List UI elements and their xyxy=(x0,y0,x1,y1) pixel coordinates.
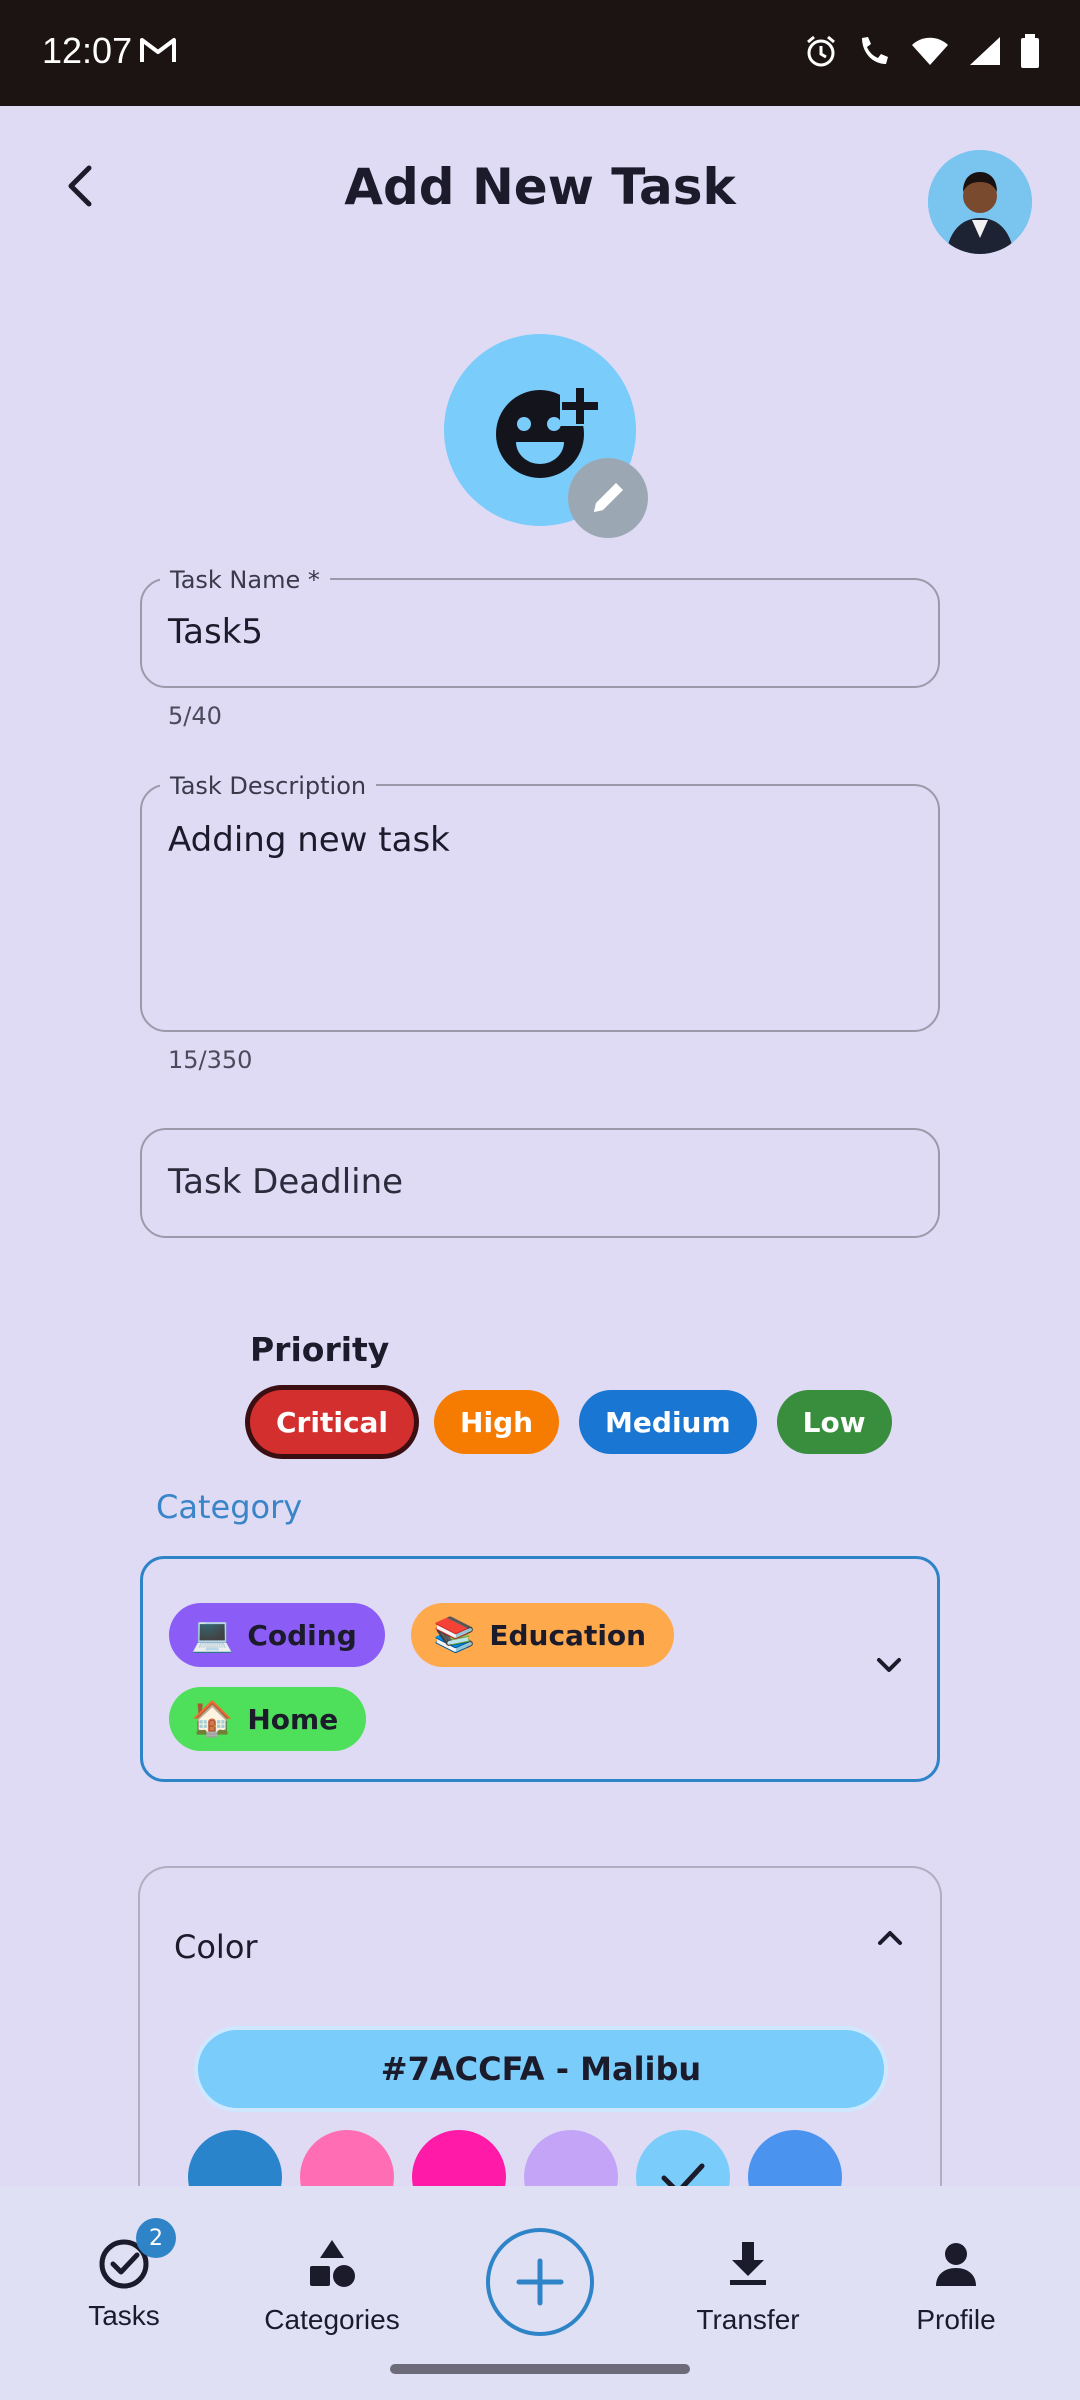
task-name-value: Task5 xyxy=(168,612,264,652)
category-dropdown-toggle[interactable] xyxy=(875,1655,903,1679)
books-icon: 📚 xyxy=(433,1615,476,1655)
avatar-image xyxy=(928,150,1032,254)
task-description-label: Task Description xyxy=(160,772,377,800)
person-icon xyxy=(936,2243,976,2286)
chevron-up-icon xyxy=(878,1931,902,1945)
tasks-badge: 2 xyxy=(136,2218,176,2258)
task-description-value: Adding new task xyxy=(168,820,450,860)
categories-icon xyxy=(310,2240,355,2287)
app-header: Add New Task xyxy=(0,106,1080,276)
nav-profile-label: Profile xyxy=(916,2304,996,2335)
house-icon: 🏠 xyxy=(191,1699,234,1739)
priority-critical-chip[interactable]: Critical xyxy=(250,1390,415,1454)
color-title: Color xyxy=(174,1928,258,1966)
priority-chips: Critical High Medium Low xyxy=(250,1390,892,1454)
plus-icon xyxy=(516,2258,564,2306)
task-deadline-placeholder: Task Deadline xyxy=(168,1162,404,1202)
task-name-counter: 5/40 xyxy=(168,702,222,730)
task-deadline-field[interactable]: Task Deadline xyxy=(140,1128,940,1238)
task-description-field[interactable]: Task Description Adding new task xyxy=(140,772,940,1032)
task-name-field[interactable]: Task Name * Task5 xyxy=(140,566,940,688)
laptop-icon: 💻 xyxy=(191,1615,234,1655)
selected-color-display[interactable]: #7ACCFA - Malibu xyxy=(194,2026,888,2112)
nav-transfer-label: Transfer xyxy=(696,2304,800,2335)
battery-icon xyxy=(1021,34,1039,68)
chevron-down-icon xyxy=(877,1658,901,1672)
category-chip-education[interactable]: 📚 Education xyxy=(411,1603,675,1667)
category-chip-home[interactable]: 🏠 Home xyxy=(169,1687,367,1751)
priority-low-chip[interactable]: Low xyxy=(776,1390,892,1454)
category-chip-label: Education xyxy=(489,1618,647,1652)
task-description-counter: 15/350 xyxy=(168,1046,253,1074)
priority-medium-chip[interactable]: Medium xyxy=(579,1390,757,1454)
category-label: Category xyxy=(156,1488,303,1526)
nav-tasks[interactable]: 2 Tasks xyxy=(34,2218,214,2332)
color-collapse-toggle[interactable] xyxy=(876,1928,904,1952)
nav-profile[interactable]: Profile xyxy=(866,2236,1046,2336)
priority-label: Priority xyxy=(250,1330,390,1369)
page-title: Add New Task xyxy=(344,158,736,216)
profile-avatar[interactable] xyxy=(928,150,1032,254)
task-name-label: Task Name * xyxy=(160,566,330,594)
gmail-icon xyxy=(140,36,176,68)
status-icons xyxy=(804,34,1040,68)
add-task-button[interactable] xyxy=(486,2228,594,2336)
category-chip-label: Home xyxy=(247,1702,339,1736)
download-icon xyxy=(730,2242,766,2285)
nav-categories[interactable]: Categories xyxy=(242,2236,422,2336)
category-select[interactable]: 💻 Coding 📚 Education 🏠 Home xyxy=(140,1556,940,1782)
nav-categories-label: Categories xyxy=(264,2304,400,2335)
status-bar: 12:07 xyxy=(0,0,1080,106)
priority-high-chip[interactable]: High xyxy=(434,1390,560,1454)
nav-tasks-label: Tasks xyxy=(88,2300,160,2331)
wifi-icon xyxy=(912,37,948,65)
alarm-icon xyxy=(807,35,835,67)
edit-emoji-button[interactable] xyxy=(568,458,648,538)
category-chip-label: Coding xyxy=(247,1618,357,1652)
color-panel: Color #7ACCFA - Malibu xyxy=(138,1866,942,2196)
pencil-icon xyxy=(594,483,623,512)
home-indicator[interactable] xyxy=(390,2364,690,2374)
category-chip-coding[interactable]: 💻 Coding xyxy=(169,1603,385,1667)
nav-transfer[interactable]: Transfer xyxy=(658,2236,838,2336)
call-wifi-icon xyxy=(862,37,888,64)
signal-icon xyxy=(970,37,1000,65)
status-time: 12:07 xyxy=(42,30,133,71)
